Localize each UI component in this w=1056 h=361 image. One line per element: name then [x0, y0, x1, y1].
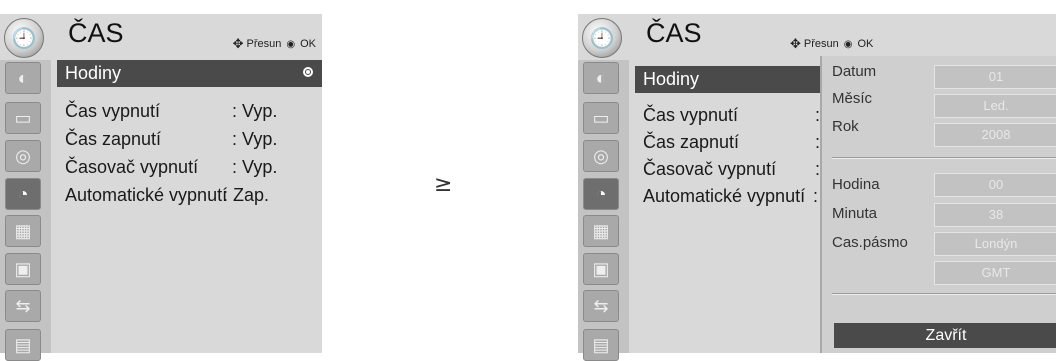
menu-item-label: Čas vypnutí	[643, 105, 739, 125]
clock-icon: 🕘	[4, 18, 44, 58]
time-icon[interactable]: ◔	[5, 178, 41, 210]
lock-icon[interactable]: ▣	[583, 253, 619, 285]
ok-dot-icon: ◉	[286, 38, 296, 50]
menu-item-label: Hodiny	[65, 63, 122, 83]
minute-label: Minuta	[832, 205, 878, 222]
timezone-label: Cas.pásmo	[832, 234, 908, 251]
menu-item-value: : Vyp.	[232, 129, 278, 149]
timezone-field[interactable]: Londýn	[934, 232, 1056, 256]
transition-arrow: ≥	[434, 172, 453, 197]
selected-radio-icon	[303, 67, 313, 77]
category-icon-bar: ◐ ▭ ◎ ◔ ▦ ▣ ⇆ ▤	[578, 60, 629, 361]
dpad-icon: ✥	[232, 36, 244, 51]
menu-item-on-time[interactable]: Čas zapnutí : Vyp.	[57, 126, 322, 153]
menu-item-label: Čas zapnutí	[643, 132, 740, 152]
menu-item-label: Čas vypnutí	[65, 101, 161, 121]
date-field[interactable]: 01	[934, 65, 1056, 89]
time-icon[interactable]: ◔	[583, 178, 619, 210]
menu-item-value: : Vyp.	[232, 157, 278, 177]
menu-item-label: Automatické vypnutí	[65, 185, 228, 205]
lock-icon[interactable]: ▣	[5, 253, 41, 285]
menu-item-value: : Zap.	[223, 185, 270, 205]
picture-icon[interactable]: ◐	[583, 62, 619, 94]
submenu-divider	[832, 157, 1056, 159]
year-label: Rok	[832, 118, 859, 135]
hint-move-label: Přesun	[803, 38, 839, 50]
menu-item-off-time[interactable]: Čas vypnutí : Vyp.	[57, 98, 322, 125]
navigation-hint: ✥ Přesun ◉ OK	[233, 36, 316, 52]
audio-icon[interactable]: ◎	[583, 140, 619, 172]
hint-move-label: Přesun	[246, 38, 282, 50]
gmt-offset-field[interactable]: GMT	[934, 261, 1056, 285]
menu-item-label: Hodiny	[643, 69, 700, 89]
menu-item-colon: :	[813, 186, 819, 206]
category-icon-bar: ◐ ▭ ◎ ◔ ▦ ▣ ⇆ ▤	[0, 60, 51, 361]
hint-ok-label: OK	[300, 38, 316, 50]
picture-icon[interactable]: ◐	[5, 62, 41, 94]
submenu-divider	[832, 293, 1056, 295]
date-label: Datum	[832, 63, 877, 80]
dpad-icon: ✥	[790, 36, 801, 51]
input-icon[interactable]: ⇆	[5, 290, 41, 322]
option-icon[interactable]: ▦	[583, 215, 619, 247]
screen-icon[interactable]: ▭	[583, 102, 619, 134]
year-field[interactable]: 2008	[934, 123, 1056, 147]
option-icon[interactable]: ▦	[5, 215, 41, 247]
menu-item-label: Automatické vypnutí	[643, 186, 806, 206]
menu-item-label: Časovač vypnutí	[643, 159, 777, 179]
menu-item-label: Čas zapnutí	[65, 129, 162, 149]
menu-title: ČAS	[646, 18, 702, 48]
close-button[interactable]: Zavřít	[834, 323, 1056, 348]
clock-icon: 🕘	[582, 18, 622, 58]
hour-field[interactable]: 00	[934, 173, 1056, 197]
month-field[interactable]: Led.	[934, 94, 1056, 118]
usb-icon[interactable]: ▤	[5, 329, 41, 361]
menu-item-auto-off[interactable]: Automatické vypnutí : Zap.	[57, 182, 322, 209]
time-menu-panel: 🕘 ČAS ✥ Přesun ◉ OK ◐ ▭ ◎ ◔ ▦ ▣ ⇆ ▤ Hodi…	[0, 14, 322, 361]
audio-icon[interactable]: ◎	[5, 140, 41, 172]
minute-field[interactable]: 38	[934, 203, 1056, 227]
input-icon[interactable]: ⇆	[583, 290, 619, 322]
hour-label: Hodina	[832, 176, 880, 193]
menu-item-value: : Vyp.	[232, 101, 278, 121]
ok-dot-icon: ◉	[843, 38, 853, 50]
menu-item-clock[interactable]: Hodiny	[57, 60, 322, 87]
screen-icon[interactable]: ▭	[5, 102, 41, 134]
usb-icon[interactable]: ▤	[583, 329, 619, 361]
navigation-hint: ✥ Přesun ◉ OK	[790, 36, 873, 52]
hint-ok-label: OK	[857, 38, 874, 50]
menu-item-label: Časovač vypnutí	[65, 157, 199, 177]
clock-settings-submenu: Datum 01 Měsíc Led. Rok 2008 Hodina 00 M…	[820, 56, 1056, 353]
menu-title: ČAS	[68, 18, 124, 48]
month-label: Měsíc	[832, 90, 873, 107]
menu-item-sleep-timer[interactable]: Časovač vypnutí : Vyp.	[57, 154, 322, 181]
